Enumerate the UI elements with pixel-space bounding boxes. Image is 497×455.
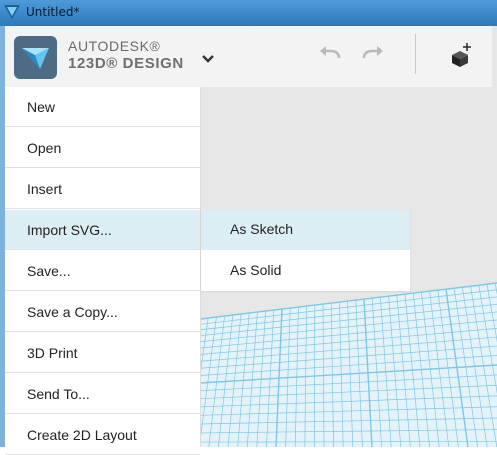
menu-item-new[interactable]: New <box>5 87 200 127</box>
redo-arrow-icon[interactable] <box>361 45 385 63</box>
window-title: Untitled* <box>26 5 79 19</box>
toolbar-right-edge <box>492 26 497 87</box>
menu-item-open[interactable]: Open <box>5 128 200 168</box>
brand-wordmark: AUTODESK® 123D® DESIGN <box>68 38 184 72</box>
123d-cube-logo[interactable] <box>14 36 57 79</box>
menu-item-import-svg[interactable]: Import SVG... <box>5 210 200 250</box>
undo-arrow-icon[interactable] <box>318 45 342 63</box>
brand-line-1: AUTODESK® <box>68 38 184 54</box>
main-menu: New Open Insert Import SVG... Save... Sa… <box>5 87 201 447</box>
add-box-icon[interactable] <box>448 41 474 69</box>
submenu-item-as-sketch[interactable]: As Sketch <box>201 210 410 250</box>
toolbar-separator <box>415 34 416 74</box>
import-svg-submenu: As Sketch As Solid <box>201 210 410 291</box>
menu-item-save[interactable]: Save... <box>5 251 200 291</box>
menu-item-insert[interactable]: Insert <box>5 169 200 209</box>
menu-item-create-2d-layout[interactable]: Create 2D Layout <box>5 415 200 455</box>
window-title-bar[interactable]: Untitled* <box>0 0 497 26</box>
app-toolbar: AUTODESK® 123D® DESIGN <box>5 26 497 88</box>
menu-item-save-a-copy[interactable]: Save a Copy... <box>5 292 200 332</box>
brand-line-2: 123D® DESIGN <box>68 55 184 72</box>
menu-item-3d-print[interactable]: 3D Print <box>5 333 200 373</box>
menu-item-send-to[interactable]: Send To... <box>5 374 200 414</box>
chevron-down-icon[interactable] <box>201 54 215 64</box>
autodesk-triangle-icon <box>4 5 20 19</box>
submenu-item-as-solid[interactable]: As Solid <box>201 251 410 291</box>
